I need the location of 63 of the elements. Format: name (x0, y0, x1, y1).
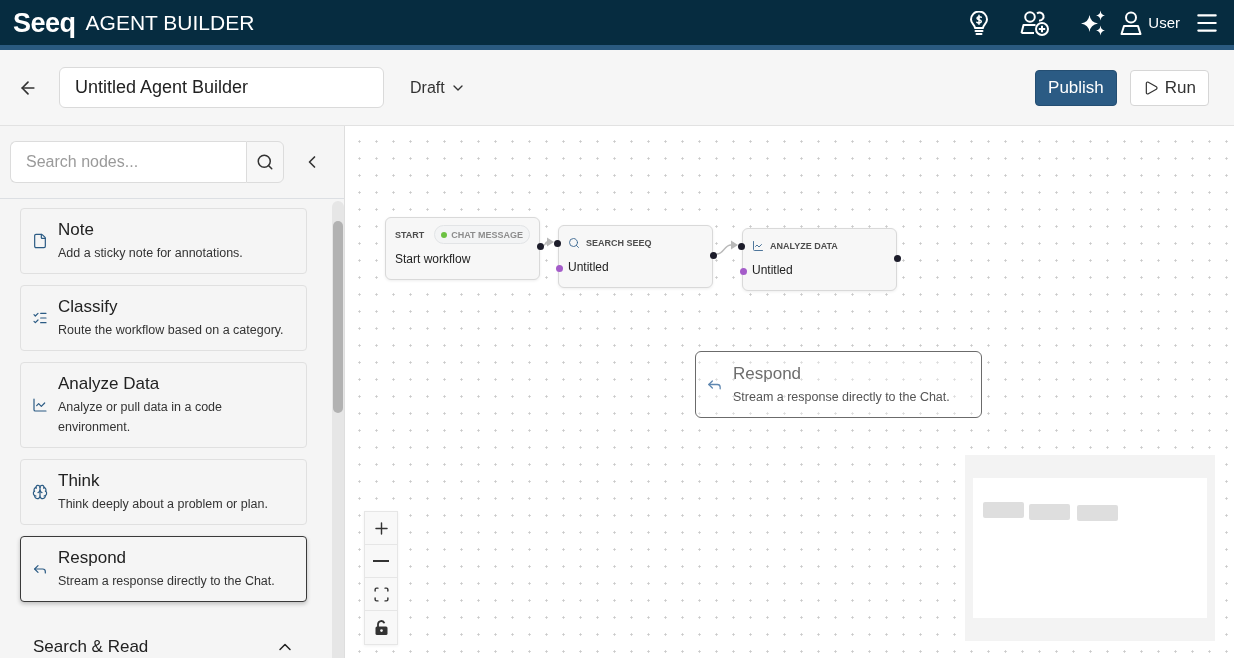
section-header[interactable]: Search & Read (20, 637, 307, 657)
fit-view-icon (372, 585, 390, 603)
node-type-description: Add a sticky note for annotations. (58, 245, 244, 262)
status-dropdown[interactable]: Draft (408, 74, 468, 101)
node-type-title: Analyze Data (58, 373, 161, 395)
user-icon (1120, 10, 1143, 35)
node-type-title: Think (58, 470, 101, 492)
checklist-icon (32, 310, 48, 326)
node-name: Start workflow (395, 251, 472, 268)
node-type-card[interactable]: Respond Stream a response directly to the Chat. (20, 536, 307, 602)
lock-button[interactable] (365, 611, 397, 644)
node-type-card[interactable]: Note Add a sticky note for annotations. (20, 208, 307, 274)
zoom-in-button[interactable] (365, 512, 397, 545)
user-plus-icon[interactable] (1020, 9, 1051, 36)
logo: Seeq (13, 7, 76, 38)
node-type-title: Respond (58, 547, 128, 569)
handle-dot-icon[interactable] (554, 239, 561, 247)
node-type-description: Think deeply about a problem or plan. (58, 496, 269, 513)
search-icon (256, 153, 274, 171)
search-button[interactable] (246, 141, 284, 183)
handle-dot-icon[interactable] (556, 264, 563, 272)
handle-dot-icon[interactable] (738, 242, 745, 250)
handle-dot-icon[interactable] (710, 251, 717, 259)
handle-dot-icon[interactable] (894, 254, 901, 262)
app-title: AGENT BUILDER (85, 9, 255, 36)
search-icon (568, 236, 580, 249)
node-type-card[interactable]: Think Think deeply about a problem or plan. (20, 459, 307, 525)
line-chart-icon (752, 239, 764, 252)
publish-button[interactable]: Publish (1035, 69, 1117, 106)
search-field[interactable]: Search nodes... (10, 141, 246, 183)
status-dot-icon (441, 231, 448, 238)
node-type-title: Note (58, 219, 95, 241)
node-type-description: Route the workflow based on a category. (58, 322, 285, 339)
lock-icon (374, 620, 388, 635)
node-type-card[interactable]: Analyze Data Analyze or pull data in a code environment. (20, 362, 307, 448)
node-name: Untitled (752, 262, 794, 279)
zoom-out-button[interactable] (365, 545, 397, 578)
trigger-label: CHAT MESSAGE (451, 229, 523, 240)
node-type-label: SEARCH SEEQ (586, 237, 652, 248)
scrollbar-thumb[interactable] (333, 221, 343, 413)
file-icon (32, 233, 48, 249)
lightbulb-icon[interactable] (970, 10, 989, 35)
line-chart-icon (32, 397, 48, 413)
handle-dot-icon[interactable] (740, 267, 747, 275)
node-type-description: Stream a response directly to the Chat. (58, 573, 276, 590)
node-type-card[interactable]: Classify Route the workflow based on a category. (20, 285, 307, 351)
node-type-title: Respond (733, 362, 803, 385)
run-button[interactable]: Run (1129, 69, 1209, 106)
user-menu-button[interactable]: User (1120, 10, 1180, 35)
node-type-title: Classify (58, 296, 119, 318)
edge-connector (543, 237, 554, 247)
node-name: Untitled (568, 259, 610, 276)
edge-connector (716, 240, 738, 255)
node-type-description: Analyze or pull data in a code environment. (58, 399, 223, 436)
name-field[interactable]: Untitled Agent Builder (59, 67, 384, 108)
brain-icon (32, 484, 48, 500)
scrollbar[interactable] (332, 201, 344, 658)
node-type-label: ANALYZE DATA (770, 240, 838, 251)
minus-icon (373, 560, 389, 562)
sparkles-icon[interactable] (1080, 9, 1107, 36)
node-type-description: Stream a response directly to the Chat. (733, 388, 951, 406)
node-type-label: START (395, 229, 425, 240)
handle-dot-icon[interactable] (537, 242, 544, 250)
